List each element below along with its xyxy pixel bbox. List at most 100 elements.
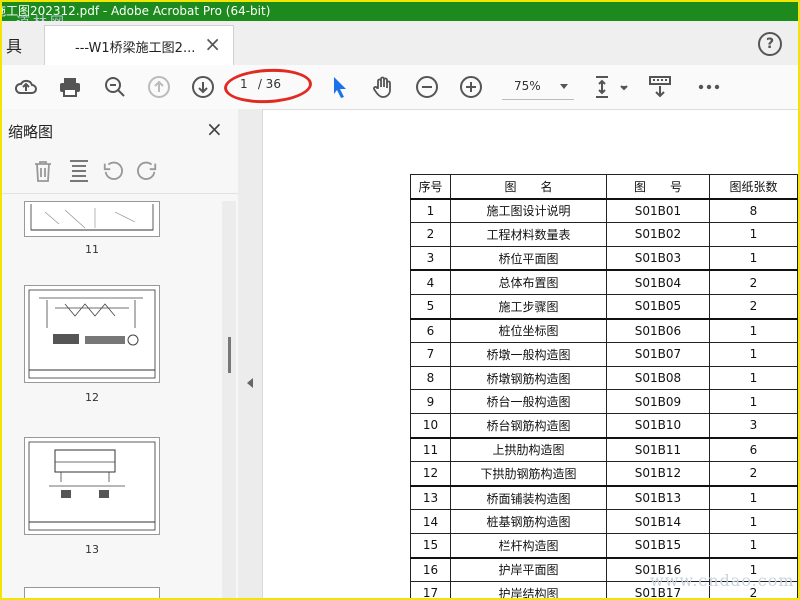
sheet-count: 1 <box>709 245 798 271</box>
drawing-name: 上拱肋构造图 <box>450 436 607 463</box>
sheet-count: 6 <box>709 436 798 463</box>
drawing-number: S01B04 <box>606 269 710 295</box>
toolbar: 1 / 36 75% <box>2 65 798 110</box>
drawing-index-table: 序号 图 名 图 号 图纸张数 1 施工图设计说明 S01B01 8 2 工程材料数量表 S… <box>410 173 798 598</box>
zoom-plus-icon[interactable] <box>459 75 483 99</box>
drawing-name: 桩基钢筋构造图 <box>450 509 607 534</box>
insert-page-icon[interactable] <box>68 159 90 183</box>
delete-icon[interactable] <box>32 159 54 183</box>
row-number: 16 <box>410 556 451 583</box>
sheet-count: 1 <box>709 342 798 367</box>
drawing-number: S01B13 <box>606 484 710 511</box>
title-bar: 施工图202312.pdf - Adobe Acrobat Pro (64-bi… <box>2 2 798 21</box>
drawing-number: S01B02 <box>606 222 710 247</box>
chevron-down-icon <box>560 84 568 89</box>
drawing-name: 桥墩一般构造图 <box>450 342 607 367</box>
column-header: 序号 <box>410 173 451 200</box>
thumbnails-title: 缩略图 <box>8 123 54 141</box>
drawing-number: S01B05 <box>606 293 710 320</box>
table-body: 1 施工图设计说明 S01B01 8 2 工程材料数量表 S01B02 1 3 桥位平面图 S01B… <box>410 197 798 598</box>
sheet-count: 1 <box>709 365 798 391</box>
thumbnail-page-14[interactable] <box>24 587 160 598</box>
row-number: 10 <box>410 412 451 439</box>
drawing-number: S01B14 <box>606 509 710 534</box>
sheet-count: 1 <box>709 389 798 414</box>
row-number: 12 <box>410 461 451 487</box>
table-row: 14 桩基钢筋构造图 S01B14 1 <box>410 509 798 534</box>
table-row: 6 桩位坐标图 S01B06 1 <box>410 317 798 344</box>
table-row: 11 上拱肋构造图 S01B11 6 <box>410 436 798 463</box>
column-header: 图纸张数 <box>709 173 798 200</box>
drawing-name: 护岸结构图 <box>450 581 607 598</box>
table-row: 10 桥台钢筋构造图 S01B10 3 <box>410 412 798 439</box>
tab-close-icon[interactable]: × <box>204 34 221 54</box>
page-down-icon[interactable] <box>191 75 215 99</box>
row-number: 13 <box>410 484 451 511</box>
chevron-left-icon <box>247 378 253 388</box>
row-number: 2 <box>410 222 451 247</box>
close-icon[interactable]: × <box>206 117 223 141</box>
thumbnail-toolbar <box>2 149 238 194</box>
drawing-number: S01B03 <box>606 245 710 271</box>
watermark-bottom: www.cndao.com <box>650 571 795 590</box>
drawing-number: S01B10 <box>606 412 710 439</box>
scroll-mode-icon[interactable] <box>648 75 672 99</box>
rotate-right-icon[interactable] <box>136 159 158 183</box>
table-row: 12 下拱肋钢筋构造图 S01B12 2 <box>410 461 798 487</box>
sheet-count: 1 <box>709 532 798 559</box>
annotation-ellipse <box>223 66 313 106</box>
sheet-count: 1 <box>709 484 798 511</box>
drawing-name: 施工步骤图 <box>450 293 607 320</box>
thumbnail-page-13[interactable] <box>24 437 160 535</box>
sheet-count: 1 <box>709 317 798 344</box>
drawing-number: S01B12 <box>606 461 710 487</box>
drawing-name: 桥台一般构造图 <box>450 389 607 414</box>
thumbnail-number: 12 <box>85 391 99 404</box>
page-up-icon[interactable] <box>147 75 171 99</box>
more-icon[interactable] <box>697 75 721 99</box>
hand-icon[interactable] <box>371 75 395 99</box>
row-number: 15 <box>410 532 451 559</box>
panel-collapse-handle[interactable] <box>238 109 263 598</box>
zoom-out-search-icon[interactable] <box>103 75 127 99</box>
scrollbar-thumb[interactable] <box>228 337 231 373</box>
drawing-name: 工程材料数量表 <box>450 222 607 247</box>
sheet-count: 2 <box>709 461 798 487</box>
drawing-number: S01B09 <box>606 389 710 414</box>
drawing-name: 施工图设计说明 <box>450 197 607 224</box>
thumbnail-page-12[interactable] <box>24 285 160 383</box>
table-header-row: 序号 图 名 图 号 图纸张数 <box>410 173 798 200</box>
upload-icon[interactable] <box>14 75 38 99</box>
thumbnail-page-11[interactable] <box>24 201 160 237</box>
zoom-value: 75% <box>514 79 541 93</box>
thumbnail-list: 11 12 13 <box>2 201 238 598</box>
sheet-count: 8 <box>709 197 798 224</box>
row-number: 4 <box>410 269 451 295</box>
drawing-number: S01B06 <box>606 317 710 344</box>
sheet-count: 2 <box>709 269 798 295</box>
tab-tools[interactable]: 具 <box>6 33 22 57</box>
drawing-number: S01B15 <box>606 532 710 559</box>
drawing-name: 护岸平面图 <box>450 556 607 583</box>
tab-document[interactable]: ---W1桥梁施工图2... × <box>44 25 234 65</box>
select-cursor-icon[interactable] <box>328 75 352 99</box>
help-icon[interactable]: ? <box>758 32 782 56</box>
row-number: 17 <box>410 581 451 598</box>
drawing-name: 桥墩钢筋构造图 <box>450 365 607 391</box>
document-page: 序号 图 名 图 号 图纸张数 1 施工图设计说明 S01B01 8 2 工程材料数量表 S… <box>263 110 798 598</box>
table-row: 5 施工步骤图 S01B05 2 <box>410 293 798 320</box>
thumbnails-panel: 缩略图 × 11 12 13 <box>2 109 239 598</box>
thumbnail-scrollbar[interactable] <box>222 201 236 598</box>
row-number: 14 <box>410 509 451 534</box>
zoom-minus-icon[interactable] <box>415 75 439 99</box>
zoom-dropdown[interactable]: 75% <box>502 73 574 100</box>
table-row: 13 桥面铺装构造图 S01B13 1 <box>410 484 798 511</box>
thumbnail-number: 13 <box>85 543 99 556</box>
app-window: 施工图202312.pdf - Adobe Acrobat Pro (64-bi… <box>0 0 800 600</box>
rotate-left-icon[interactable] <box>102 159 124 183</box>
row-number: 8 <box>410 365 451 391</box>
fit-page-icon[interactable] <box>594 75 628 99</box>
sheet-count: 2 <box>709 293 798 320</box>
drawing-number: S01B11 <box>606 436 710 463</box>
print-icon[interactable] <box>58 75 82 99</box>
